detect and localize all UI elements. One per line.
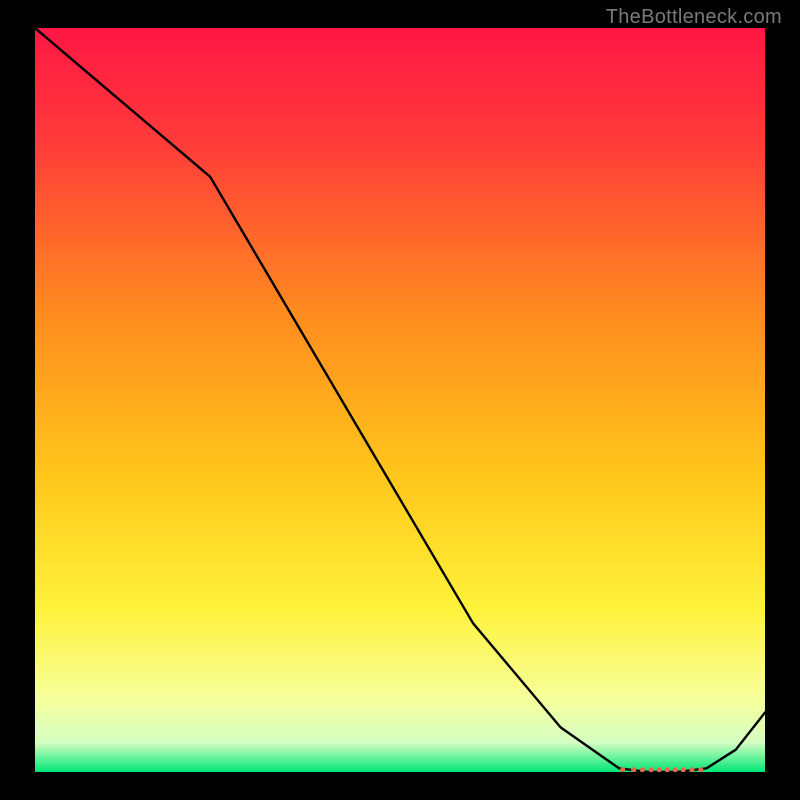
watermark-text: TheBottleneck.com — [606, 6, 782, 29]
chart-root: TheBottleneck.com — [0, 0, 800, 800]
chart-plot-area — [35, 28, 765, 772]
chart-svg — [35, 28, 765, 772]
gradient-background — [35, 28, 765, 772]
